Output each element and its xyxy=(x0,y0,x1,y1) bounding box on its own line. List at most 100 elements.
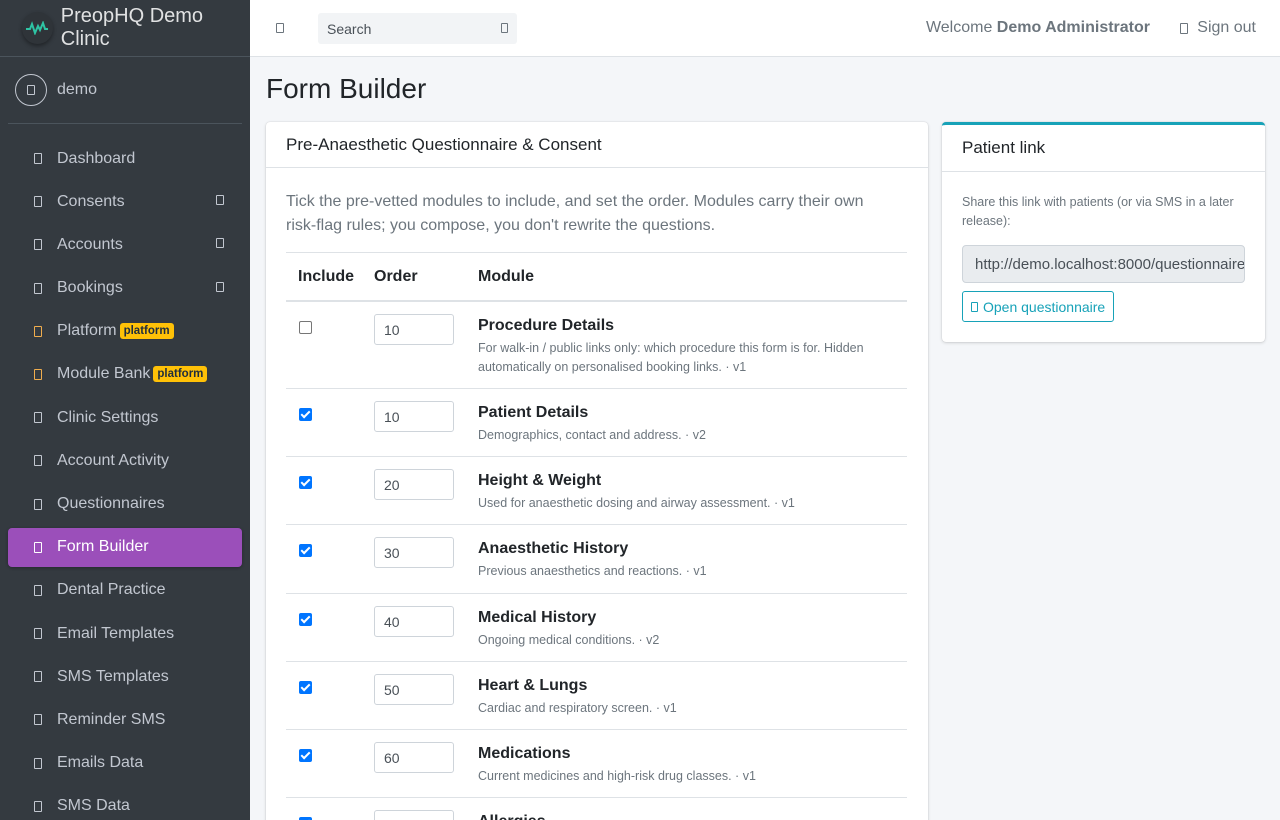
table-header: Include Order Module xyxy=(286,252,907,302)
sidebar-item-label: Emails Data xyxy=(57,754,144,772)
search-icon[interactable] xyxy=(501,23,508,33)
menu-toggle-icon[interactable] xyxy=(276,23,284,33)
sidebar-item-label: Consents xyxy=(57,192,125,210)
include-checkbox[interactable] xyxy=(299,476,312,489)
chevron-icon xyxy=(216,195,224,206)
bookings-icon xyxy=(34,282,42,294)
module-name: Patient Details xyxy=(478,404,589,421)
sidebar-item-label: Account Activity xyxy=(57,451,170,469)
order-input[interactable]: 40 xyxy=(374,606,454,637)
dental-icon xyxy=(34,584,42,596)
dashboard-icon xyxy=(34,153,42,164)
welcome-user: Demo Administrator xyxy=(996,19,1150,36)
include-checkbox[interactable] xyxy=(299,613,312,626)
sidebar-item-consents[interactable]: Consents xyxy=(8,182,242,221)
sidebar-item-reminder-sms[interactable]: Reminder SMS xyxy=(8,700,242,739)
patient-link-title: Patient link xyxy=(942,125,1265,172)
sidebar-item-platform[interactable]: Platform platform xyxy=(8,312,242,351)
sidebar-item-form-builder[interactable]: Form Builder xyxy=(8,527,242,567)
include-checkbox[interactable] xyxy=(299,544,312,557)
order-input[interactable]: 60 xyxy=(374,742,454,773)
brand-link[interactable]: PreopHQ Demo Clinic xyxy=(0,0,250,57)
table-row: Allergies xyxy=(286,798,907,820)
module-description: Used for anaesthetic dosing and airway a… xyxy=(478,496,795,510)
table-row: 50 Heart & Lungs Cardiac and respiratory s… xyxy=(286,662,907,730)
sidebar-item-dashboard[interactable]: Dashboard xyxy=(8,139,242,178)
module-description: Demographics, contact and address. · v2 xyxy=(478,428,706,442)
form-card-intro: Tick the pre-vetted modules to include, … xyxy=(286,193,864,234)
table-row: 10 Procedure Details For walk-in / public … xyxy=(286,302,907,389)
brand-name: PreopHQ Demo Clinic xyxy=(60,5,204,50)
module-bank-icon xyxy=(34,368,42,380)
search-input[interactable]: Search xyxy=(318,13,517,44)
consents-icon xyxy=(34,196,42,208)
sidebar-item-label: SMS Data xyxy=(57,797,130,815)
sidebar-item-bookings[interactable]: Bookings xyxy=(8,269,242,308)
form-card: Pre-Anaesthetic Questionnaire & Consent … xyxy=(266,122,928,820)
order-input[interactable]: 20 xyxy=(374,469,454,500)
sidebar-item-sms-data[interactable]: SMS Data xyxy=(8,787,242,820)
open-questionnaire-button[interactable]: Open questionnaire xyxy=(962,291,1115,322)
sidebar-nav: Dashboard Consents Accounts Bookings Pla… xyxy=(0,124,250,820)
order-input[interactable]: 50 xyxy=(374,674,454,705)
sidebar-item-questionnaires[interactable]: Questionnaires xyxy=(8,485,242,524)
order-input[interactable]: 30 xyxy=(374,537,454,568)
reminder-icon xyxy=(34,714,42,726)
settings-icon xyxy=(34,412,42,424)
user-panel[interactable]: demo xyxy=(8,57,242,124)
open-questionnaire-label: Open questionnaire xyxy=(983,298,1106,315)
sidebar-item-label: Reminder SMS xyxy=(57,710,166,728)
table-row: 20 Height & Weight Used for anaesthetic do… xyxy=(286,457,907,525)
sidebar-item-label: Platform xyxy=(57,322,117,340)
table-row: 40 Medical History Ongoing medical conditi… xyxy=(286,594,907,662)
platform-badge: platform xyxy=(119,323,174,340)
column-order: Order xyxy=(374,267,418,285)
order-input[interactable] xyxy=(374,810,454,820)
questionnaires-icon xyxy=(34,498,42,510)
include-checkbox[interactable] xyxy=(299,408,312,421)
sidebar-item-account-activity[interactable]: Account Activity xyxy=(8,441,242,480)
sign-out-link[interactable]: Sign out xyxy=(1180,19,1256,37)
sidebar-item-accounts[interactable]: Accounts xyxy=(8,225,242,264)
search-placeholder: Search xyxy=(327,20,372,37)
chevron-icon xyxy=(216,281,224,292)
sidebar-item-label: Clinic Settings xyxy=(57,408,159,426)
sidebar-item-sms-templates[interactable]: SMS Templates xyxy=(8,657,242,696)
table-row: 10 Patient Details Demographics, contact a… xyxy=(286,389,907,457)
sidebar-item-module-bank[interactable]: Module Bank platform xyxy=(8,355,242,394)
sidebar-item-clinic-settings[interactable]: Clinic Settings xyxy=(8,398,242,437)
include-checkbox[interactable] xyxy=(299,681,312,694)
chevron-icon xyxy=(216,238,224,249)
module-description: Cardiac and respiratory screen. · v1 xyxy=(478,701,677,715)
module-description: Ongoing medical conditions. · v2 xyxy=(478,633,660,647)
platform-badge: platform xyxy=(153,366,208,383)
sign-out-label: Sign out xyxy=(1197,19,1256,36)
sidebar-item-label: Dental Practice xyxy=(57,581,166,599)
module-description: Previous anaesthetics and reactions. · v… xyxy=(478,564,707,578)
sidebar-item-label: Accounts xyxy=(57,235,123,253)
include-checkbox[interactable] xyxy=(299,321,312,334)
external-link-icon xyxy=(971,301,978,312)
sidebar-item-label: Bookings xyxy=(57,279,123,297)
sidebar-item-label: Dashboard xyxy=(57,149,136,167)
email-icon xyxy=(34,628,42,640)
patient-link-card: Patient link Share this link with patien… xyxy=(942,122,1265,342)
sms-icon xyxy=(34,671,42,683)
sidebar-item-label: Form Builder xyxy=(57,538,149,556)
welcome-text: Welcome Demo Administrator xyxy=(926,19,1150,37)
module-description: For walk-in / public links only: which p… xyxy=(478,341,864,374)
module-name: Height & Weight xyxy=(478,472,602,489)
sidebar-item-label: Module Bank xyxy=(57,365,151,383)
sms-data-icon xyxy=(34,800,42,812)
table-row: 60 Medications Current medicines and high-… xyxy=(286,730,907,798)
sidebar-item-email-templates[interactable]: Email Templates xyxy=(8,614,242,653)
user-avatar-icon xyxy=(15,74,47,106)
modules-table: Include Order Module 10 Procedure Details… xyxy=(286,252,907,820)
sidebar-item-dental-practice[interactable]: Dental Practice xyxy=(8,571,242,610)
sidebar-item-emails-data[interactable]: Emails Data xyxy=(8,744,242,783)
patient-link-input[interactable]: http://demo.localhost:8000/questionnaire… xyxy=(962,245,1245,283)
include-checkbox[interactable] xyxy=(299,749,312,762)
order-input[interactable]: 10 xyxy=(374,401,454,432)
order-input[interactable]: 10 xyxy=(374,314,454,345)
module-name: Anaesthetic History xyxy=(478,540,629,557)
